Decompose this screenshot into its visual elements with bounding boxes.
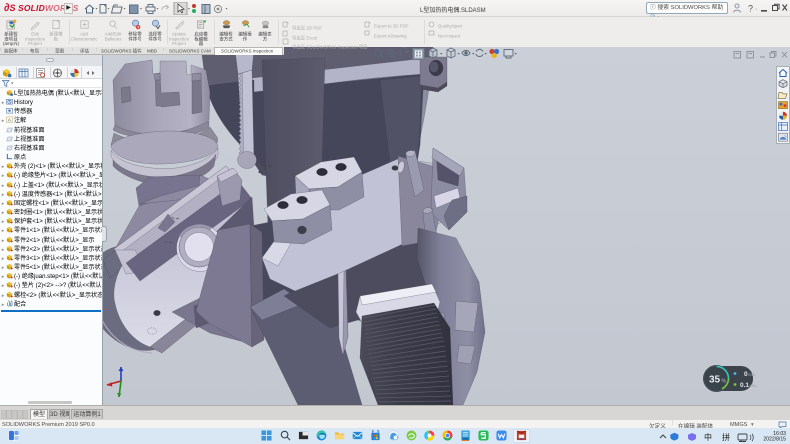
- svg-text:%: %: [722, 379, 727, 385]
- svg-text:?: ?: [748, 4, 753, 14]
- svg-text:中: 中: [704, 432, 712, 442]
- svg-text:KB/s: KB/s: [748, 373, 756, 377]
- svg-text:35: 35: [709, 375, 721, 386]
- svg-text:KB/s: KB/s: [750, 384, 758, 388]
- svg-text:0.1: 0.1: [740, 382, 749, 389]
- svg-text:拼: 拼: [722, 432, 730, 442]
- svg-text:·: ·: [755, 6, 757, 13]
